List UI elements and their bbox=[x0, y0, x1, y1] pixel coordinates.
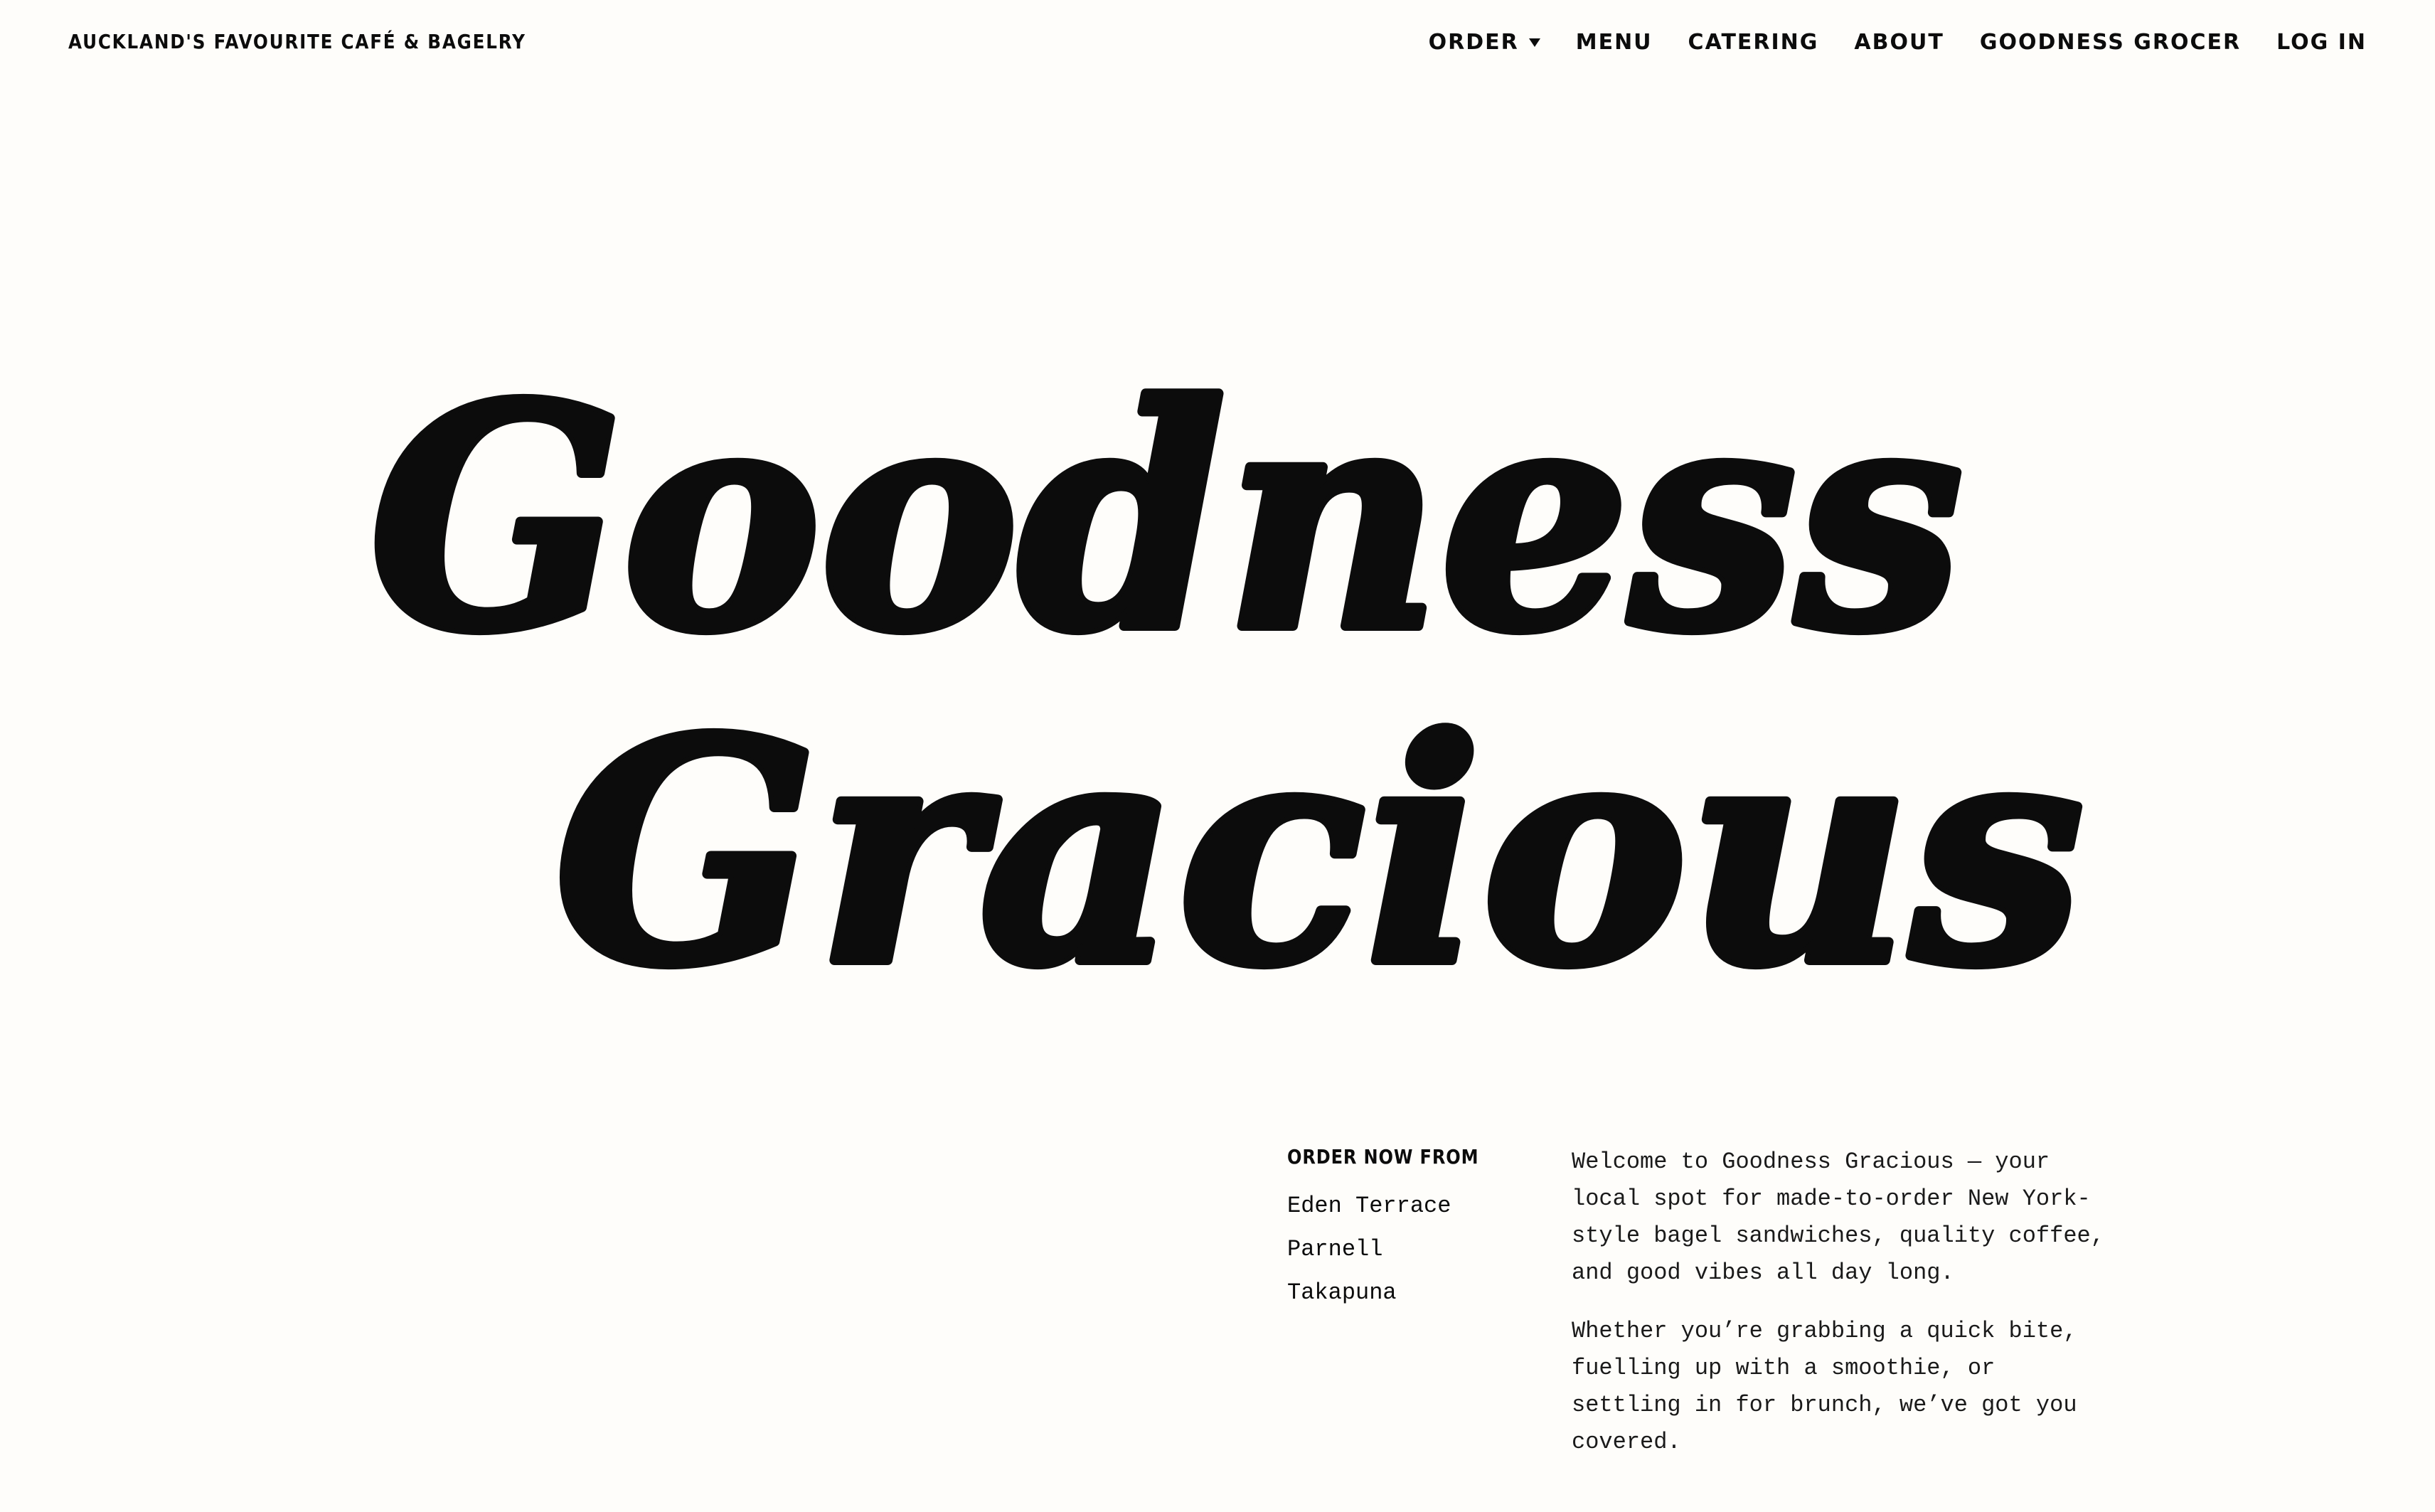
main-nav: ORDER MENU CATERING ABOUT GOODNESS GROCE… bbox=[1429, 30, 2367, 55]
nav-about[interactable]: ABOUT bbox=[1854, 30, 1944, 55]
nav-log-in-label: LOG IN bbox=[2276, 30, 2367, 55]
nav-goodness-grocer[interactable]: GOODNESS GROCER bbox=[1980, 30, 2241, 55]
logo-line-goodness: Goodness bbox=[370, 339, 1963, 698]
location-link-takapuna[interactable]: Takapuna bbox=[1287, 1271, 1515, 1314]
intro-paragraph-details: Whether you’re grabbing a quick bite, fu… bbox=[1572, 1318, 2077, 1455]
nav-menu[interactable]: MENU bbox=[1576, 30, 1653, 55]
location-link-eden-terrace[interactable]: Eden Terrace bbox=[1287, 1184, 1515, 1228]
nav-order-label: ORDER bbox=[1428, 30, 1519, 55]
goodness-gracious-wordmark: Goodness Gracious bbox=[365, 334, 2089, 1038]
intro-paragraph-welcome: Welcome to Goodness Gracious — your loca… bbox=[1572, 1149, 2104, 1286]
location-list: Eden Terrace Parnell Takapuna bbox=[1287, 1184, 1515, 1314]
hero-logo: Goodness Gracious bbox=[341, 313, 2105, 1095]
site-tagline: AUCKLAND'S FAVOURITE CAFÉ & BAGELRY bbox=[68, 30, 526, 53]
location-item: Takapuna bbox=[1287, 1271, 1515, 1314]
intro-section: Welcome to Goodness Gracious — your loca… bbox=[1572, 1144, 2112, 1482]
location-item: Eden Terrace bbox=[1287, 1184, 1515, 1228]
location-item: Parnell bbox=[1287, 1228, 1515, 1271]
nav-catering-label: CATERING bbox=[1688, 30, 1819, 55]
nav-about-label: ABOUT bbox=[1854, 30, 1944, 55]
site-header: AUCKLAND'S FAVOURITE CAFÉ & BAGELRY ORDE… bbox=[0, 0, 2435, 92]
location-link-parnell[interactable]: Parnell bbox=[1287, 1228, 1515, 1271]
nav-goodness-grocer-label: GOODNESS GROCER bbox=[1979, 30, 2242, 55]
order-now-heading: ORDER NOW FROM bbox=[1287, 1145, 1479, 1168]
nav-menu-label: MENU bbox=[1575, 30, 1653, 55]
nav-order[interactable]: ORDER bbox=[1429, 30, 1540, 55]
nav-catering[interactable]: CATERING bbox=[1688, 30, 1819, 55]
nav-log-in[interactable]: LOG IN bbox=[2276, 30, 2367, 55]
order-now-section: ORDER NOW FROM Eden Terrace Parnell Taka… bbox=[1287, 1145, 1515, 1314]
caret-down-icon bbox=[1528, 38, 1540, 47]
logo-line-gracious: Gracious bbox=[555, 674, 2084, 1033]
